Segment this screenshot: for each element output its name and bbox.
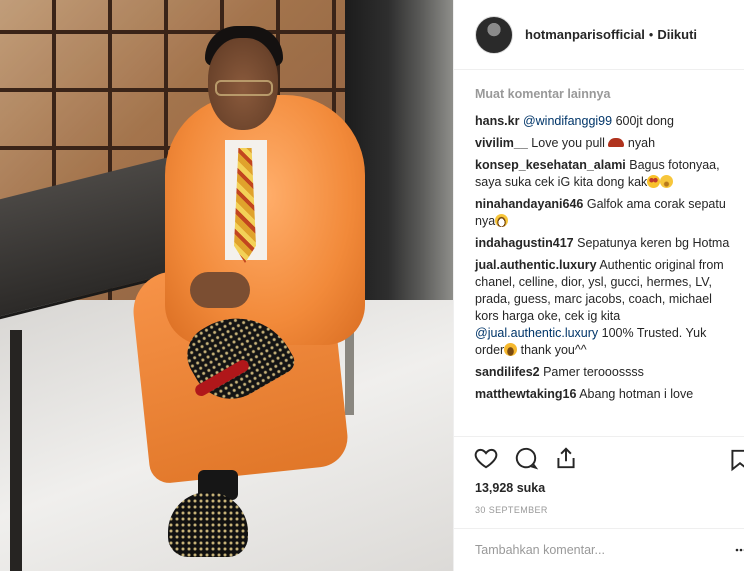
shoe-emoji-icon <box>608 138 625 147</box>
like-count[interactable]: 13,928 suka <box>475 481 545 495</box>
comment-username[interactable]: ninahandayani646 <box>475 197 583 211</box>
comment: konsep_kesehatan_alami Bagus fotonyaa, s… <box>475 157 737 191</box>
comment-text: Abang hotman i love <box>576 387 694 401</box>
post-sidebar: hotmanparisofficial • Diikuti Muat komen… <box>453 0 744 571</box>
add-comment-bar <box>454 528 744 571</box>
comment: ninahandayani646 Galfok ama corak sepatu… <box>475 196 737 230</box>
comment-mention[interactable]: @windifanggi99 <box>523 114 612 128</box>
comment-username[interactable]: vivilim__ <box>475 136 528 150</box>
comment-text: 600jt dong <box>612 114 674 128</box>
comments-list[interactable]: Muat komentar lainnya hans.kr @windifang… <box>454 80 744 440</box>
load-more-comments-button[interactable]: Muat komentar lainnya <box>475 87 737 101</box>
comment-text: thank you^^ <box>517 343 587 357</box>
comment-text: nyah <box>624 136 656 150</box>
comment-mention[interactable]: @jual.authentic.luxury <box>475 326 598 340</box>
instagram-post: hotmanparisofficial • Diikuti Muat komen… <box>0 0 744 571</box>
photo-glasses <box>215 80 273 96</box>
comment-username[interactable]: indahagustin417 <box>475 236 574 250</box>
comment: sandilifes2 Pamer terooossss <box>475 364 737 381</box>
photo-table-leg <box>10 330 22 571</box>
comment-text: Love you pull <box>527 136 609 150</box>
comment-text: Pamer terooossss <box>539 365 644 379</box>
smile-emoji-icon <box>660 175 674 188</box>
photo-chair-leg <box>345 330 354 415</box>
comment-username[interactable]: sandilifes2 <box>475 365 540 379</box>
post-actions <box>454 436 744 486</box>
comment-text: Sepatunya keren bg Hotma <box>573 236 730 250</box>
comment-icon[interactable] <box>513 445 539 471</box>
star-struck-emoji-icon <box>647 175 661 188</box>
comment-username[interactable]: konsep_kesehatan_alami <box>475 158 626 172</box>
post-photo[interactable] <box>0 0 453 571</box>
more-options-icon[interactable] <box>735 544 744 556</box>
comment: vivilim__ Love you pull nyah <box>475 135 737 152</box>
post-author-username[interactable]: hotmanparisofficial <box>525 27 645 42</box>
comment-username[interactable]: hans.kr <box>475 114 519 128</box>
grin-emoji-icon <box>495 214 509 227</box>
heart-icon[interactable] <box>473 445 499 471</box>
follow-status-button[interactable]: Diikuti <box>657 27 697 42</box>
comment: indahagustin417 Sepatunya keren bg Hotma <box>475 235 737 252</box>
comment: jual.authentic.luxury Authentic original… <box>475 257 737 359</box>
add-comment-input[interactable] <box>475 543 705 557</box>
post-date[interactable]: 30 SEPTEMBER <box>475 505 548 515</box>
comment-username[interactable]: matthewtaking16 <box>475 387 576 401</box>
post-header: hotmanparisofficial • Diikuti <box>454 0 744 70</box>
comment-username[interactable]: jual.authentic.luxury <box>475 258 597 272</box>
comment: hans.kr @windifanggi99 600jt dong <box>475 113 737 130</box>
bookmark-icon[interactable] <box>727 447 744 473</box>
share-icon[interactable] <box>553 445 579 471</box>
photo-hands <box>190 272 250 308</box>
laugh-emoji-icon <box>504 343 518 356</box>
comment: matthewtaking16 Abang hotman i love <box>475 386 737 403</box>
header-separator: • <box>648 27 654 42</box>
avatar[interactable] <box>475 15 513 54</box>
